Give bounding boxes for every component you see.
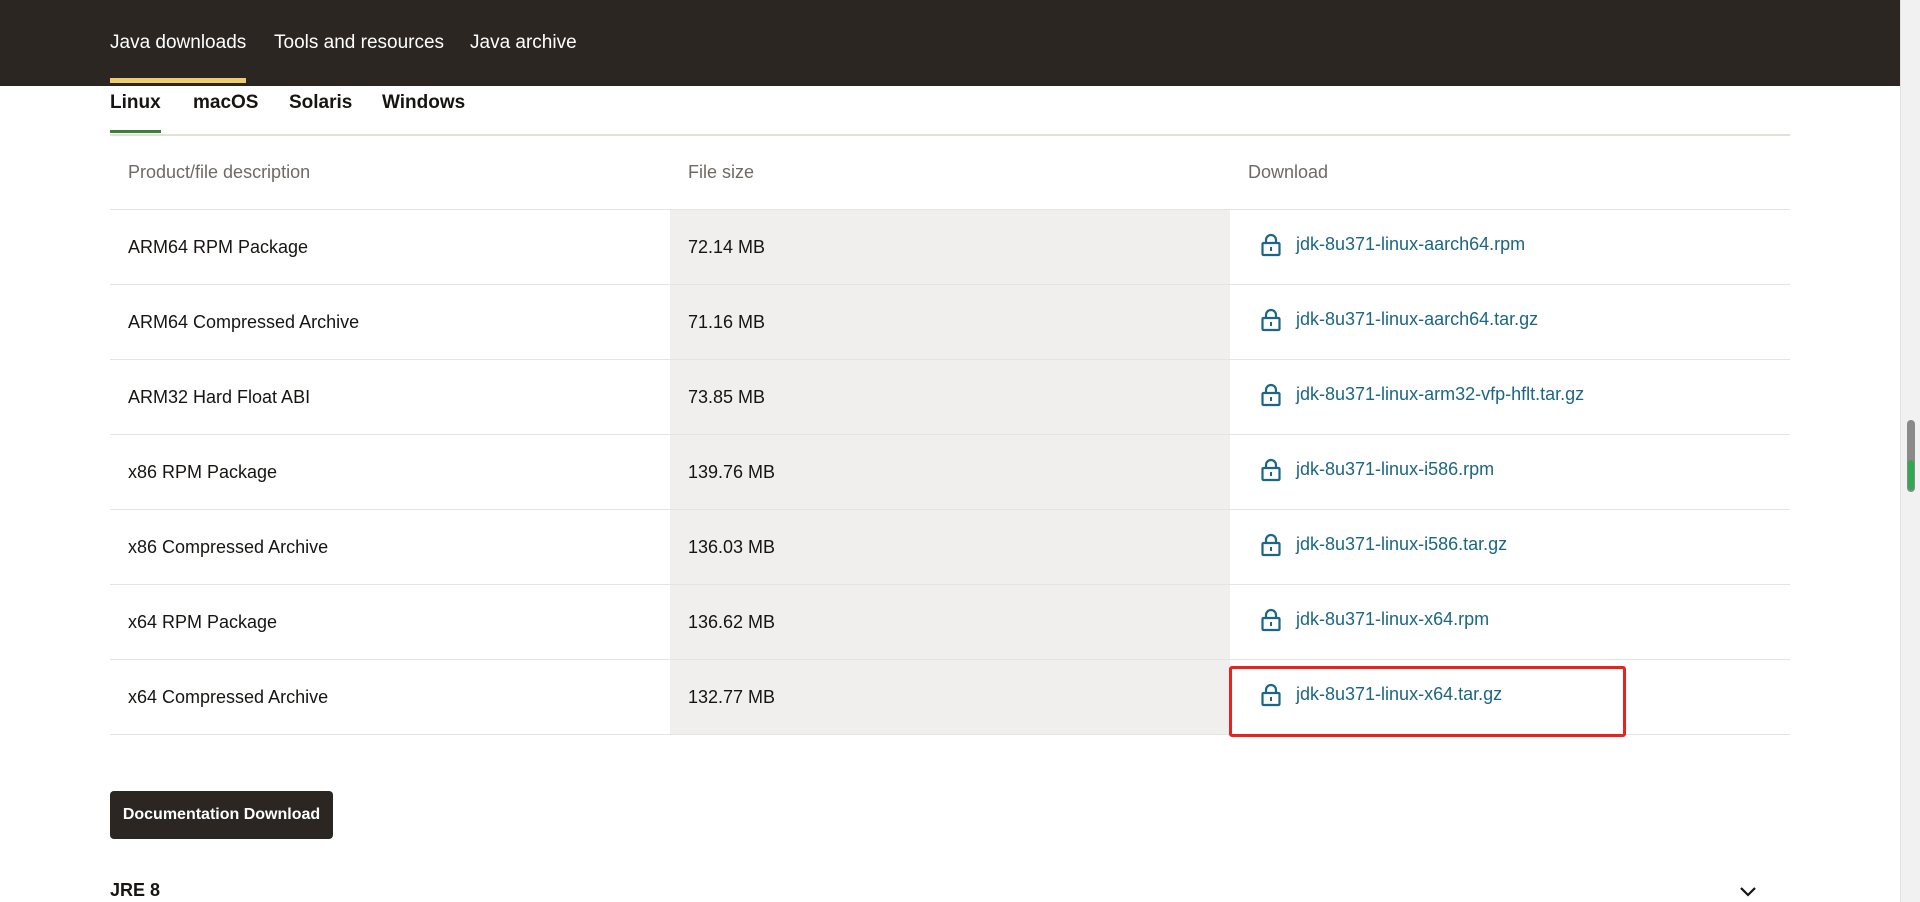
table-row: ARM64 RPM Package 72.14 MB jdk-8u371-linux… — [110, 209, 1790, 285]
top-navigation: Java downloads Tools and resources Java … — [0, 0, 1900, 86]
nav-tools-and-resources[interactable]: Tools and resources — [274, 32, 444, 54]
download-link[interactable]: jdk-8u371-linux-x64.rpm — [1260, 608, 1489, 632]
highlight-box — [1229, 666, 1626, 737]
download-filename: jdk-8u371-linux-aarch64.rpm — [1296, 234, 1526, 254]
os-tabs: Linux macOS Solaris Windows — [110, 86, 1790, 136]
page: Java downloads Tools and resources Java … — [0, 0, 1920, 902]
jre8-section-title[interactable]: JRE 8 — [110, 880, 160, 901]
file-size: 136.62 MB — [670, 584, 1230, 660]
download-link[interactable]: jdk-8u371-linux-i586.rpm — [1260, 458, 1494, 482]
download-link[interactable]: jdk-8u371-linux-i586.tar.gz — [1260, 533, 1507, 557]
lock-icon — [1260, 233, 1282, 257]
vertical-scrollbar[interactable] — [1900, 0, 1920, 902]
download-cell: jdk-8u371-linux-aarch64.rpm — [1230, 209, 1790, 285]
file-size: 136.03 MB — [670, 509, 1230, 585]
file-description: x64 Compressed Archive — [110, 659, 670, 735]
lock-icon — [1260, 308, 1282, 332]
file-size: 71.16 MB — [670, 284, 1230, 360]
column-header-download: Download — [1230, 136, 1790, 210]
lock-icon — [1260, 383, 1282, 407]
nav-java-downloads[interactable]: Java downloads — [110, 32, 247, 83]
download-link[interactable]: jdk-8u371-linux-aarch64.rpm — [1260, 233, 1525, 257]
file-description: x86 Compressed Archive — [110, 509, 670, 585]
scrollbar-grip — [1908, 460, 1914, 490]
column-header-description: Product/file description — [110, 136, 670, 210]
download-cell: jdk-8u371-linux-i586.tar.gz — [1230, 509, 1790, 585]
download-filename: jdk-8u371-linux-x64.rpm — [1296, 609, 1490, 629]
downloads-table: Product/file description File size Downl… — [110, 136, 1790, 735]
download-cell: jdk-8u371-linux-i586.rpm — [1230, 434, 1790, 510]
table-row: x86 RPM Package 139.76 MB jdk-8u371-linux-… — [110, 434, 1790, 510]
download-filename: jdk-8u371-linux-aarch64.tar.gz — [1296, 309, 1539, 329]
table-header-row: Product/file description File size Downl… — [110, 136, 1790, 210]
download-filename: jdk-8u371-linux-arm32-vfp-hflt.tar.gz — [1296, 384, 1585, 404]
download-cell: jdk-8u371-linux-aarch64.tar.gz — [1230, 284, 1790, 360]
table-row: ARM32 Hard Float ABI 73.85 MB jdk-8u371-li… — [110, 359, 1790, 435]
tab-windows[interactable]: Windows — [382, 92, 465, 114]
lock-icon — [1260, 458, 1282, 482]
file-size: 132.77 MB — [670, 659, 1230, 735]
file-size: 73.85 MB — [670, 359, 1230, 435]
file-description: ARM64 RPM Package — [110, 209, 670, 285]
tab-solaris[interactable]: Solaris — [289, 92, 352, 114]
column-header-file-size: File size — [670, 136, 1230, 210]
file-description: x64 RPM Package — [110, 584, 670, 660]
tab-macos[interactable]: macOS — [193, 92, 258, 114]
lock-icon — [1260, 533, 1282, 557]
nav-java-archive[interactable]: Java archive — [470, 32, 577, 54]
file-description: ARM32 Hard Float ABI — [110, 359, 670, 435]
file-size: 72.14 MB — [670, 209, 1230, 285]
download-link[interactable]: jdk-8u371-linux-aarch64.tar.gz — [1260, 308, 1538, 332]
download-filename: jdk-8u371-linux-i586.tar.gz — [1296, 534, 1508, 554]
file-description: x86 RPM Package — [110, 434, 670, 510]
tab-linux[interactable]: Linux — [110, 92, 161, 133]
lock-icon — [1260, 608, 1282, 632]
download-filename: jdk-8u371-linux-i586.rpm — [1296, 459, 1495, 479]
download-cell: jdk-8u371-linux-x64.rpm — [1230, 584, 1790, 660]
file-size: 139.76 MB — [670, 434, 1230, 510]
download-link[interactable]: jdk-8u371-linux-arm32-vfp-hflt.tar.gz — [1260, 383, 1584, 407]
table-row: x86 Compressed Archive 136.03 MB jdk-8u371… — [110, 509, 1790, 585]
chevron-down-icon[interactable] — [1738, 884, 1758, 898]
documentation-download-button[interactable]: Documentation Download — [110, 791, 333, 839]
file-description: ARM64 Compressed Archive — [110, 284, 670, 360]
table-row: x64 RPM Package 136.62 MB jdk-8u371-linux-… — [110, 584, 1790, 660]
table-row: ARM64 Compressed Archive 71.16 MB jdk-8u37… — [110, 284, 1790, 360]
download-cell: jdk-8u371-linux-arm32-vfp-hflt.tar.gz — [1230, 359, 1790, 435]
